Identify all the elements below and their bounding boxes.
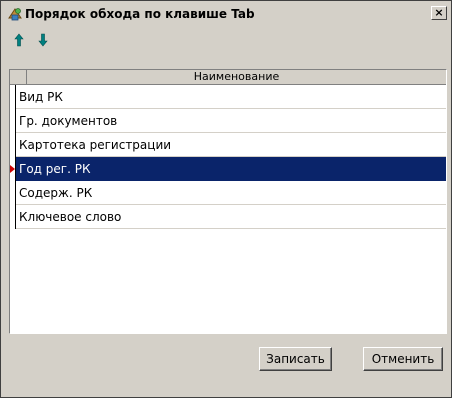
arrow-up-icon	[14, 33, 24, 47]
table-row[interactable]: Вид РК	[10, 85, 446, 109]
save-button[interactable]: Записать	[259, 347, 332, 371]
table-row[interactable]: Гр. документов	[10, 109, 446, 133]
row-cell-name[interactable]: Гр. документов	[16, 109, 446, 133]
window-title: Порядок обхода по клавише Tab	[25, 7, 255, 21]
cancel-button[interactable]: Отменить	[363, 347, 443, 371]
grid-body: Вид РК Гр. документов Картотека регистраци…	[10, 85, 446, 333]
tab-order-grid[interactable]: Наименование Вид РК Гр. документов Картоте…	[9, 69, 447, 334]
row-cell-name[interactable]: Год рег. РК	[16, 157, 446, 181]
column-header-name[interactable]: Наименование	[27, 70, 446, 85]
arrow-down-icon	[38, 33, 48, 47]
grid-header: Наименование	[10, 70, 446, 85]
close-button[interactable]: ×	[431, 6, 447, 20]
row-cell-name[interactable]: Содерж. РК	[16, 181, 446, 205]
dialog-window: Порядок обхода по клавише Tab × Наименов…	[0, 0, 452, 398]
table-row[interactable]: Содерж. РК	[10, 181, 446, 205]
row-cell-name[interactable]: Ключевое слово	[16, 205, 446, 229]
move-up-button[interactable]	[11, 31, 27, 49]
toolbar	[11, 29, 59, 51]
table-row[interactable]: Год рег. РК	[10, 157, 446, 181]
current-row-icon	[10, 165, 15, 173]
table-row[interactable]: Ключевое слово	[10, 205, 446, 229]
row-cell-name[interactable]: Картотека регистрации	[16, 133, 446, 157]
app-icon	[8, 8, 22, 21]
move-down-button[interactable]	[35, 31, 51, 49]
close-icon: ×	[434, 6, 444, 19]
table-row[interactable]: Картотека регистрации	[10, 133, 446, 157]
title-bar[interactable]: Порядок обхода по клавише Tab ×	[3, 3, 449, 25]
row-cell-name[interactable]: Вид РК	[16, 85, 446, 109]
header-indicator-cell	[10, 70, 27, 85]
